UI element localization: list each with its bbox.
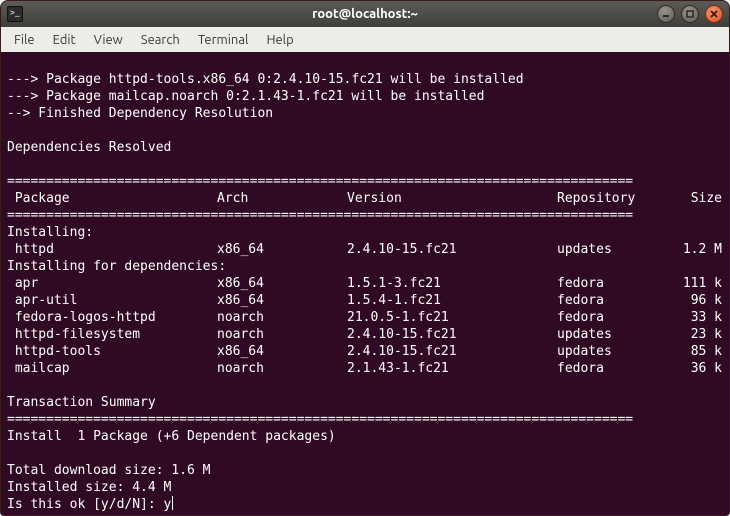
- cell-ver: 2.4.10-15.fc21: [347, 343, 557, 360]
- cell-ver: 1.5.4-1.fc21: [347, 292, 557, 309]
- col-package: Package: [7, 190, 217, 207]
- cell-ver: 2.4.10-15.fc21: [347, 326, 557, 343]
- cell-repo: updates: [557, 326, 667, 343]
- output-line: Dependencies Resolved: [7, 140, 171, 155]
- cell-size: 85 k: [667, 343, 722, 360]
- col-size: Size: [667, 190, 722, 207]
- cell-size: 96 k: [667, 292, 722, 309]
- section-header: Installing:: [7, 225, 93, 240]
- terminal-icon: [7, 6, 23, 22]
- cell-arch: x86_64: [217, 241, 347, 258]
- prompt-text: Is this ok [y/d/N]:: [7, 497, 164, 512]
- cell-size: 23 k: [667, 326, 722, 343]
- menu-search[interactable]: Search: [132, 30, 189, 50]
- divider-line: ========================================…: [7, 174, 633, 189]
- divider-line: ========================================…: [7, 412, 633, 427]
- cell-repo: fedora: [557, 275, 667, 292]
- cell-size: 33 k: [667, 309, 722, 326]
- maximize-button[interactable]: [681, 5, 699, 23]
- table-row: httpd-filesystemnoarch2.4.10-15.fc21upda…: [7, 326, 723, 343]
- cursor: [172, 496, 173, 510]
- col-version: Version: [347, 190, 557, 207]
- cell-pkg: mailcap: [7, 360, 217, 377]
- menu-file[interactable]: File: [5, 30, 44, 50]
- section-header: Transaction Summary: [7, 395, 156, 410]
- cell-pkg: apr-util: [7, 292, 217, 309]
- cell-repo: updates: [557, 241, 667, 258]
- window-title: root@localhost:~: [1, 7, 729, 21]
- table-row: apr-utilx86_641.5.4-1.fc21fedora96 k: [7, 292, 723, 309]
- section-header: Installing for dependencies:: [7, 259, 226, 274]
- cell-arch: noarch: [217, 309, 347, 326]
- cell-size: 111 k: [667, 275, 722, 292]
- cell-size: 1.2 M: [667, 241, 722, 258]
- terminal-window: root@localhost:~ File Edit View Search T…: [0, 0, 730, 516]
- output-line: Total download size: 1.6 M: [7, 463, 211, 478]
- cell-size: 36 k: [667, 360, 722, 377]
- close-button[interactable]: [705, 5, 723, 23]
- cell-pkg: fedora-logos-httpd: [7, 309, 217, 326]
- output-line: ---> Package mailcap.noarch 0:2.1.43-1.f…: [7, 89, 484, 104]
- cell-ver: 2.4.10-15.fc21: [347, 241, 557, 258]
- output-line: Install 1 Package (+6 Dependent packages…: [7, 429, 336, 444]
- col-arch: Arch: [217, 190, 347, 207]
- col-repository: Repository: [557, 190, 667, 207]
- output-line: ---> Package httpd-tools.x86_64 0:2.4.10…: [7, 72, 524, 87]
- titlebar: root@localhost:~: [1, 1, 729, 27]
- output-line: --> Finished Dependency Resolution: [7, 106, 273, 121]
- table-row: aprx86_641.5.1-3.fc21fedora111 k: [7, 275, 723, 292]
- minimize-button[interactable]: [657, 5, 675, 23]
- prompt-input[interactable]: y: [164, 497, 172, 512]
- menu-terminal[interactable]: Terminal: [189, 30, 258, 50]
- menu-help[interactable]: Help: [257, 30, 302, 50]
- cell-pkg: httpd: [7, 241, 217, 258]
- cell-repo: fedora: [557, 309, 667, 326]
- cell-pkg: apr: [7, 275, 217, 292]
- cell-arch: noarch: [217, 326, 347, 343]
- cell-repo: fedora: [557, 360, 667, 377]
- cell-ver: 21.0.5-1.fc21: [347, 309, 557, 326]
- cell-pkg: httpd-tools: [7, 343, 217, 360]
- cell-arch: x86_64: [217, 292, 347, 309]
- output-line: Installed size: 4.4 M: [7, 480, 171, 495]
- cell-ver: 2.1.43-1.fc21: [347, 360, 557, 377]
- menu-view[interactable]: View: [85, 30, 132, 50]
- cell-arch: noarch: [217, 360, 347, 377]
- cell-arch: x86_64: [217, 275, 347, 292]
- table-row: httpd-toolsx86_642.4.10-15.fc21updates85…: [7, 343, 723, 360]
- cell-pkg: httpd-filesystem: [7, 326, 217, 343]
- table-row: httpdx86_642.4.10-15.fc21updates1.2 M: [7, 241, 723, 258]
- divider-line: ========================================…: [7, 208, 633, 223]
- cell-ver: 1.5.1-3.fc21: [347, 275, 557, 292]
- table-row: fedora-logos-httpdnoarch21.0.5-1.fc21fed…: [7, 309, 723, 326]
- table-header-row: PackageArchVersionRepositorySize: [7, 190, 723, 207]
- cell-arch: x86_64: [217, 343, 347, 360]
- menubar: File Edit View Search Terminal Help: [1, 27, 729, 52]
- menu-edit[interactable]: Edit: [44, 30, 85, 50]
- cell-repo: updates: [557, 343, 667, 360]
- terminal-output[interactable]: ---> Package httpd-tools.x86_64 0:2.4.10…: [1, 52, 729, 515]
- table-row: mailcapnoarch2.1.43-1.fc21fedora36 k: [7, 360, 723, 377]
- cell-repo: fedora: [557, 292, 667, 309]
